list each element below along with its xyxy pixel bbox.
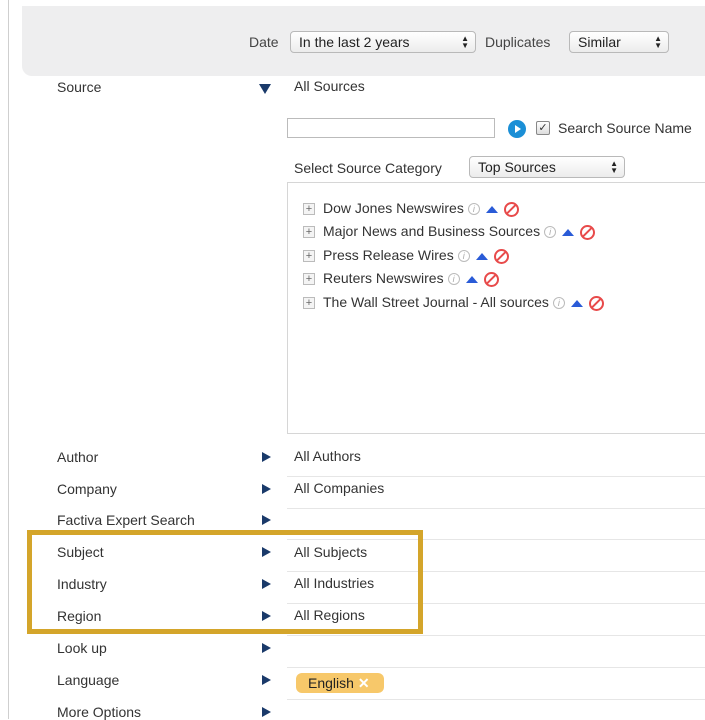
expert-search-label: Factiva Expert Search bbox=[57, 512, 195, 528]
lookup-label: Look up bbox=[57, 640, 107, 656]
duplicates-label: Duplicates bbox=[485, 34, 551, 50]
date-select-value: In the last 2 years bbox=[299, 34, 410, 50]
source-category-value: Top Sources bbox=[478, 159, 556, 175]
author-label: Author bbox=[57, 449, 99, 465]
info-icon[interactable]: i bbox=[544, 226, 557, 239]
language-label: Language bbox=[57, 672, 120, 688]
triangle-right-icon[interactable] bbox=[262, 484, 271, 494]
go-arrow-icon[interactable] bbox=[508, 120, 526, 138]
plus-icon[interactable]: + bbox=[303, 203, 315, 216]
info-icon[interactable]: i bbox=[457, 250, 470, 263]
plus-icon[interactable]: + bbox=[303, 250, 315, 263]
source-category-label: Select Source Category bbox=[294, 160, 442, 176]
source-item-label: Dow Jones Newswires bbox=[323, 200, 464, 216]
list-item[interactable]: + Major News and Business Sources i bbox=[303, 223, 596, 241]
info-icon[interactable]: i bbox=[467, 203, 480, 216]
triangle-right-icon[interactable] bbox=[262, 515, 271, 525]
row-divider bbox=[287, 508, 705, 509]
select-arrows-icon: ▲ ▼ bbox=[654, 34, 662, 50]
list-item[interactable]: + Dow Jones Newswires i bbox=[303, 200, 519, 218]
source-item-label: Reuters Newswires bbox=[323, 270, 444, 286]
search-source-names-checkbox[interactable]: ✓ bbox=[536, 121, 550, 135]
source-value: All Sources bbox=[294, 78, 365, 94]
block-icon[interactable] bbox=[483, 271, 499, 287]
duplicates-select-value: Similar bbox=[578, 34, 621, 50]
triangle-right-icon[interactable] bbox=[262, 675, 271, 685]
select-arrows-icon: ▲ ▼ bbox=[461, 34, 469, 50]
triangle-right-icon[interactable] bbox=[262, 707, 271, 717]
highlight-box bbox=[27, 530, 423, 634]
row-divider bbox=[287, 476, 705, 477]
plus-icon[interactable]: + bbox=[303, 226, 315, 239]
block-icon[interactable] bbox=[503, 201, 519, 217]
list-item[interactable]: + Press Release Wires i bbox=[303, 247, 509, 265]
info-icon[interactable]: i bbox=[552, 297, 565, 310]
language-tag[interactable]: English ✕ bbox=[296, 673, 384, 693]
up-arrow-icon[interactable] bbox=[562, 228, 575, 236]
source-item-label: The Wall Street Journal - All sources bbox=[323, 294, 549, 310]
language-tag-label: English bbox=[308, 675, 354, 691]
more-options-label: More Options bbox=[57, 704, 142, 720]
search-source-names-label: Search Source Name bbox=[558, 120, 692, 136]
row-divider bbox=[287, 635, 705, 636]
source-item-label: Major News and Business Sources bbox=[323, 223, 541, 239]
date-label: Date bbox=[249, 34, 279, 50]
select-arrows-icon: ▲ ▼ bbox=[610, 159, 618, 175]
triangle-right-icon[interactable] bbox=[262, 452, 271, 462]
block-icon[interactable] bbox=[580, 224, 596, 240]
block-icon[interactable] bbox=[493, 248, 509, 264]
triangle-right-icon[interactable] bbox=[262, 643, 271, 653]
company-value[interactable]: All Companies bbox=[294, 480, 384, 496]
up-arrow-icon[interactable] bbox=[485, 205, 498, 213]
source-category-select[interactable]: Top Sources ▲ ▼ bbox=[469, 156, 625, 178]
date-select[interactable]: In the last 2 years ▲ ▼ bbox=[290, 31, 476, 53]
up-arrow-icon[interactable] bbox=[475, 252, 488, 260]
company-label: Company bbox=[57, 481, 117, 497]
duplicates-select[interactable]: Similar ▲ ▼ bbox=[569, 31, 669, 53]
source-search-input[interactable] bbox=[287, 118, 495, 138]
plus-icon[interactable]: + bbox=[303, 297, 315, 310]
up-arrow-icon[interactable] bbox=[465, 275, 478, 283]
list-item[interactable]: + Reuters Newswires i bbox=[303, 270, 499, 288]
triangle-down-icon[interactable] bbox=[259, 84, 271, 94]
row-divider bbox=[287, 699, 705, 700]
left-border bbox=[8, 0, 9, 719]
author-value[interactable]: All Authors bbox=[294, 448, 361, 464]
close-icon[interactable]: ✕ bbox=[358, 675, 370, 691]
row-divider bbox=[287, 667, 705, 668]
list-item[interactable]: + The Wall Street Journal - All sources i bbox=[303, 294, 604, 312]
block-icon[interactable] bbox=[588, 295, 604, 311]
info-icon[interactable]: i bbox=[447, 273, 460, 286]
source-label: Source bbox=[57, 79, 102, 95]
up-arrow-icon[interactable] bbox=[570, 299, 583, 307]
source-item-label: Press Release Wires bbox=[323, 247, 454, 263]
plus-icon[interactable]: + bbox=[303, 273, 315, 286]
